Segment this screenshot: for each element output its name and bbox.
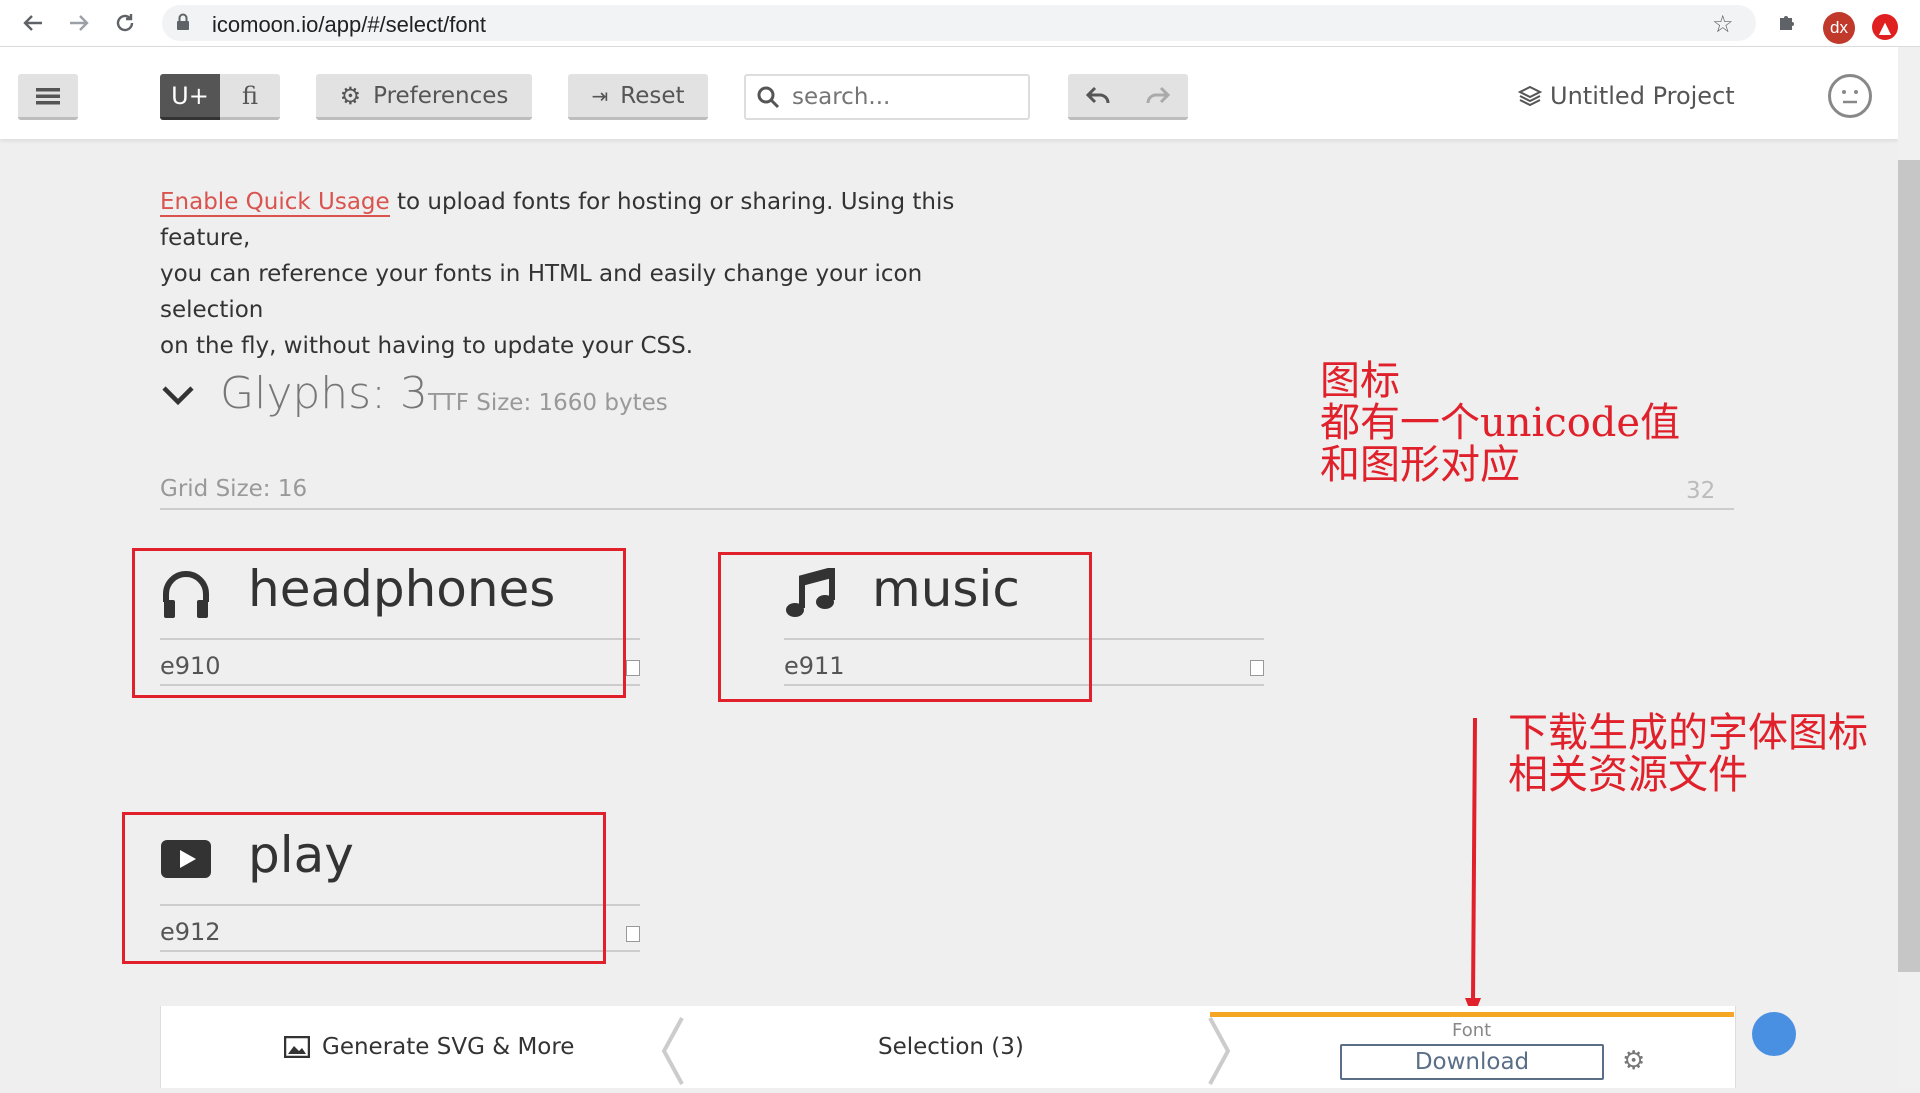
generate-svg-label: Generate SVG & More (322, 1034, 575, 1060)
update-arrow-icon[interactable]: ▲ (1872, 14, 1898, 40)
url-text[interactable]: icomoon.io/app/#/select/font (212, 12, 486, 38)
reset-button[interactable]: ⇥ Reset (568, 74, 708, 120)
hamburger-icon (36, 87, 60, 104)
ttf-size: TTF Size: 1660 bytes (428, 390, 668, 416)
glyph-checkbox[interactable] (1250, 660, 1264, 676)
hamburger-menu-button[interactable] (18, 74, 78, 120)
search-input[interactable] (790, 83, 1014, 111)
annotation-line: 和图形对应 (1320, 442, 1520, 488)
search-box[interactable] (744, 74, 1030, 120)
undo-icon (1086, 86, 1110, 103)
glyph-checkbox[interactable] (626, 926, 640, 942)
annotation-line: 下载生成的字体图标 (1508, 710, 1868, 756)
reset-arrow-icon: ⇥ (591, 83, 609, 108)
chevron-down-icon[interactable] (160, 378, 196, 414)
font-settings-gear-icon[interactable]: ⚙ (1622, 1046, 1645, 1076)
lock-icon (176, 13, 196, 33)
annotation-line: 相关资源文件 (1508, 752, 1748, 798)
grid-size-label: Grid Size: 16 (160, 476, 308, 502)
annotation-download-note: 下载生成的字体图标 相关资源文件 (1508, 712, 1868, 796)
unicode-toggle-button[interactable]: U+ (160, 74, 220, 120)
preferences-label: Preferences (373, 82, 509, 109)
annotation-arrow-down (1465, 717, 1481, 1018)
bookmark-star-icon[interactable]: ☆ (1712, 10, 1734, 38)
quick-usage-line3: on the fly, without having to update you… (160, 333, 694, 359)
annotation-box-play (122, 812, 606, 964)
generate-svg-button[interactable]: Generate SVG & More (284, 1034, 574, 1060)
annotation-line: 图标 (1320, 358, 1400, 404)
selection-tab[interactable]: Selection (3) (878, 1034, 1024, 1060)
back-icon[interactable] (18, 8, 48, 38)
forward-icon[interactable] (64, 8, 94, 38)
chevron-left-divider-icon (661, 1017, 684, 1085)
annotation-line: 都有一个unicode值 (1320, 400, 1681, 446)
user-avatar-icon[interactable] (1828, 74, 1872, 118)
reload-icon[interactable] (110, 8, 140, 38)
quick-usage-text: Enable Quick Usage to upload fonts for h… (160, 184, 1020, 364)
search-icon (757, 86, 780, 109)
scrollbar-thumb[interactable] (1898, 160, 1920, 972)
font-tab-label: Font (1452, 1020, 1492, 1041)
preferences-button[interactable]: ⚙ Preferences (316, 74, 532, 120)
annotation-box-music (718, 552, 1092, 702)
grid-size-slider[interactable] (160, 508, 1734, 510)
enable-quick-usage-link[interactable]: Enable Quick Usage (160, 189, 390, 217)
image-icon (284, 1036, 310, 1058)
project-name: Untitled Project (1550, 82, 1735, 110)
grid-size-max: 32 (1686, 478, 1716, 504)
undo-button[interactable] (1068, 74, 1128, 120)
annotation-unicode-note: 图标 都有一个unicode值 和图形对应 (1320, 360, 1680, 486)
profile-avatar[interactable]: dx (1823, 12, 1855, 44)
annotation-box-headphones (132, 548, 626, 698)
ligature-toggle-button[interactable]: fi (220, 74, 280, 120)
glyph-checkbox[interactable] (626, 660, 640, 676)
layers-icon (1518, 85, 1542, 107)
redo-icon (1146, 86, 1170, 103)
project-selector[interactable]: Untitled Project (1518, 82, 1735, 110)
gear-icon: ⚙ (339, 81, 362, 110)
download-button[interactable]: Download (1340, 1044, 1604, 1080)
extensions-puzzle-icon[interactable] (1776, 10, 1800, 40)
reset-label: Reset (620, 82, 685, 109)
floating-helper-icon[interactable] (1752, 1012, 1796, 1056)
quick-usage-line2: you can reference your fonts in HTML and… (160, 261, 923, 323)
redo-button[interactable] (1128, 74, 1188, 120)
glyphs-count-title: Glyphs: 3 (220, 368, 428, 419)
